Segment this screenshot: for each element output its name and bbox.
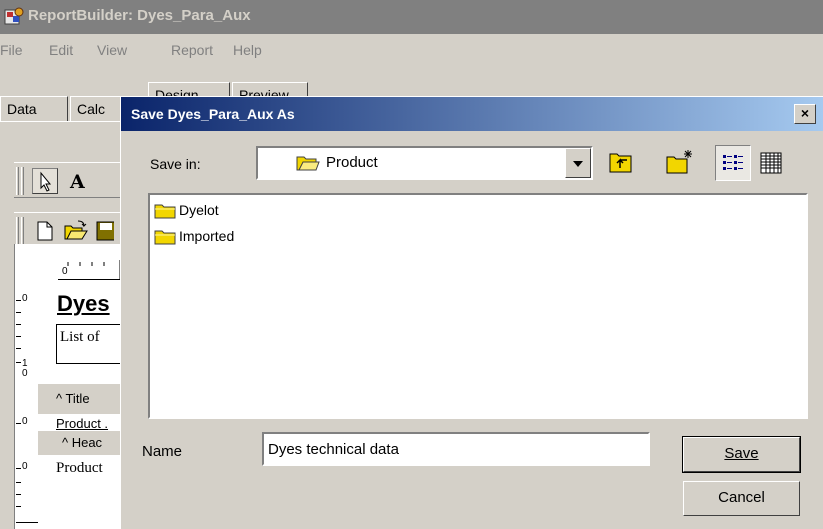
folder-icon	[154, 204, 176, 219]
header-band-label: ^ Heac	[62, 435, 103, 450]
format-toolbar: A	[14, 162, 124, 198]
save-in-dropdown[interactable]: Product	[256, 146, 593, 180]
new-report-button[interactable]	[32, 218, 58, 244]
details-view-button[interactable]	[753, 145, 789, 181]
title-band[interactable]: ^ Title	[38, 384, 126, 414]
file-name-input[interactable]	[262, 432, 650, 466]
vertical-ruler: 0 1 0 0 0	[16, 282, 38, 529]
ruler-ticks	[67, 260, 121, 280]
menu-file[interactable]: File	[0, 42, 23, 58]
save-in-value: Product	[326, 154, 378, 171]
open-folder-icon	[296, 156, 320, 171]
detail-product-field[interactable]: Product	[56, 460, 126, 477]
up-one-level-button[interactable]	[603, 145, 639, 181]
save-button-label: Save	[724, 445, 759, 462]
ruler-left-label: 0	[22, 461, 28, 472]
details-view-icon	[760, 152, 782, 174]
report-title-field[interactable]: Dyes	[57, 291, 125, 317]
header-band[interactable]: ^ Heac	[38, 431, 126, 455]
menu-help[interactable]: Help	[233, 42, 262, 58]
chevron-down-icon	[573, 161, 583, 167]
close-button[interactable]: ×	[794, 104, 816, 124]
list-view-icon	[723, 155, 743, 170]
svg-text:A: A	[69, 171, 85, 193]
save-in-label: Save in:	[150, 156, 201, 172]
tab-preview[interactable]: Preview	[232, 82, 308, 96]
label-tool-button[interactable]: A	[66, 168, 92, 194]
standard-toolbar	[14, 212, 124, 248]
dialog-title-bar[interactable]: Save Dyes_Para_Aux As ×	[121, 97, 823, 131]
tab-data[interactable]: Data	[0, 96, 68, 122]
report-subtitle-field: List of	[60, 329, 100, 345]
create-new-folder-button[interactable]	[661, 145, 697, 181]
ruler-left-label: 0	[22, 293, 28, 304]
header-product-field[interactable]: Product .	[56, 416, 126, 431]
subtitle-field-box[interactable]: List of	[56, 324, 126, 364]
main-window-title: ReportBuilder: Dyes_Para_Aux	[28, 7, 251, 24]
new-document-icon	[37, 221, 53, 241]
title-band-label: ^ Title	[56, 391, 90, 406]
folder-icon	[154, 230, 176, 245]
save-button[interactable]: Save	[682, 436, 801, 473]
horizontal-ruler: 0	[58, 256, 126, 280]
new-folder-icon	[666, 150, 692, 174]
save-in-dropdown-button[interactable]	[565, 148, 591, 178]
menu-bar: File Edit View Report Help	[0, 34, 823, 68]
text-a-icon: A	[69, 171, 85, 193]
tab-calc[interactable]: Calc	[70, 96, 126, 122]
main-title-bar: ReportBuilder: Dyes_Para_Aux	[0, 0, 823, 34]
save-as-dialog: Save Dyes_Para_Aux As × Save in: Product	[120, 96, 823, 529]
toolbar-grip[interactable]	[21, 167, 24, 195]
folder-name: Imported	[179, 228, 235, 244]
floppy-disk-icon	[96, 221, 114, 241]
file-list-view[interactable]: Dyelot Imported	[148, 193, 808, 419]
open-report-button[interactable]	[62, 218, 88, 244]
menu-edit[interactable]: Edit	[49, 42, 73, 58]
tab-design[interactable]: Design	[148, 82, 230, 96]
ruler-left-label: 0	[22, 416, 28, 427]
file-name-label: Name	[142, 443, 183, 460]
toolbar-grip[interactable]	[21, 217, 24, 245]
cancel-button[interactable]: Cancel	[683, 481, 800, 516]
ruler-left-label: 0	[22, 368, 28, 379]
save-report-button[interactable]	[94, 218, 114, 244]
menu-view[interactable]: View	[97, 42, 127, 58]
arrow-pointer-icon	[40, 171, 52, 192]
reportbuilder-app-icon	[4, 7, 24, 25]
list-view-button[interactable]	[715, 145, 751, 181]
select-arrow-button[interactable]	[32, 168, 58, 194]
menu-report[interactable]: Report	[171, 42, 213, 58]
toolbar-grip[interactable]	[16, 167, 19, 195]
folder-up-icon	[609, 153, 632, 173]
tab-strip-line	[0, 121, 140, 122]
toolbar-grip[interactable]	[16, 217, 19, 245]
dialog-title: Save Dyes_Para_Aux As	[131, 106, 295, 122]
folder-name: Dyelot	[179, 202, 219, 218]
open-folder-icon	[64, 220, 88, 240]
